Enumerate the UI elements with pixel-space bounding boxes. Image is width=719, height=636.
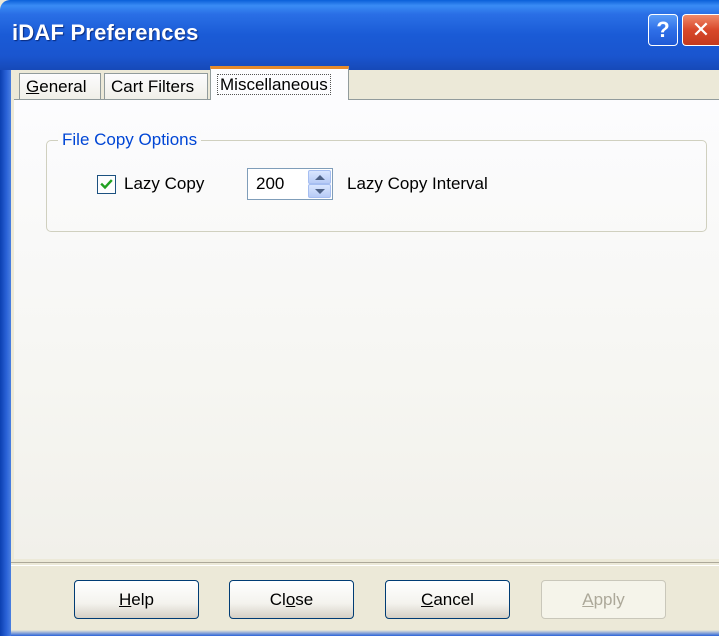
window-title: iDAF Preferences <box>12 20 199 45</box>
interval-spinner <box>307 168 333 200</box>
arrow-down-icon <box>314 188 325 194</box>
close-label-end: se <box>295 589 314 609</box>
help-mnemonic: H <box>119 589 132 609</box>
cancel-mnemonic: C <box>421 589 434 609</box>
lazy-copy-interval-label: Lazy Copy Interval <box>347 174 488 193</box>
apply-mnemonic: A <box>582 589 594 609</box>
apply-label: pply <box>593 589 625 609</box>
preferences-dialog: iDAF Preferences ? ✕ General Cart Filter… <box>0 0 719 636</box>
tab-general[interactable]: General <box>19 73 101 99</box>
help-label: elp <box>131 589 154 609</box>
tab-miscellaneous[interactable]: Miscellaneous <box>210 66 349 100</box>
window-frame-bottom <box>11 630 719 636</box>
window-frame-left <box>0 70 11 636</box>
tab-general-label: eneral <box>39 77 87 96</box>
close-mnemonic: o <box>285 589 296 609</box>
help-button[interactable]: Help <box>74 580 199 619</box>
lazy-copy-label[interactable]: Lazy Copy <box>124 174 204 194</box>
button-separator <box>11 562 719 566</box>
question-mark-icon: ? <box>656 17 670 42</box>
lazy-copy-checkbox[interactable] <box>97 175 116 194</box>
tab-miscellaneous-label: Miscellaneous <box>217 74 331 95</box>
close-icon: ✕ <box>691 17 711 42</box>
checkmark-icon <box>100 179 113 190</box>
close-button[interactable]: Cl o se <box>229 580 354 619</box>
title-bar[interactable]: iDAF Preferences ? ✕ <box>0 0 719 70</box>
arrow-up-icon <box>314 174 325 180</box>
title-close-button[interactable]: ✕ <box>682 14 719 46</box>
spin-up-button[interactable] <box>308 170 331 184</box>
group-legend: File Copy Options <box>58 130 202 150</box>
tab-general-mnemonic: G <box>26 77 40 96</box>
lazy-copy-interval-input[interactable] <box>247 168 309 200</box>
tab-cart-filters[interactable]: Cart Filters <box>104 73 208 99</box>
title-help-button[interactable]: ? <box>648 14 678 46</box>
cancel-label: ancel <box>433 589 474 609</box>
apply-button[interactable]: Apply <box>541 580 666 619</box>
close-label-start: Cl <box>269 589 286 609</box>
spin-down-button[interactable] <box>308 184 331 198</box>
tab-cart-filters-label: Cart Filters <box>111 77 195 96</box>
cancel-button[interactable]: Cancel <box>385 580 510 619</box>
